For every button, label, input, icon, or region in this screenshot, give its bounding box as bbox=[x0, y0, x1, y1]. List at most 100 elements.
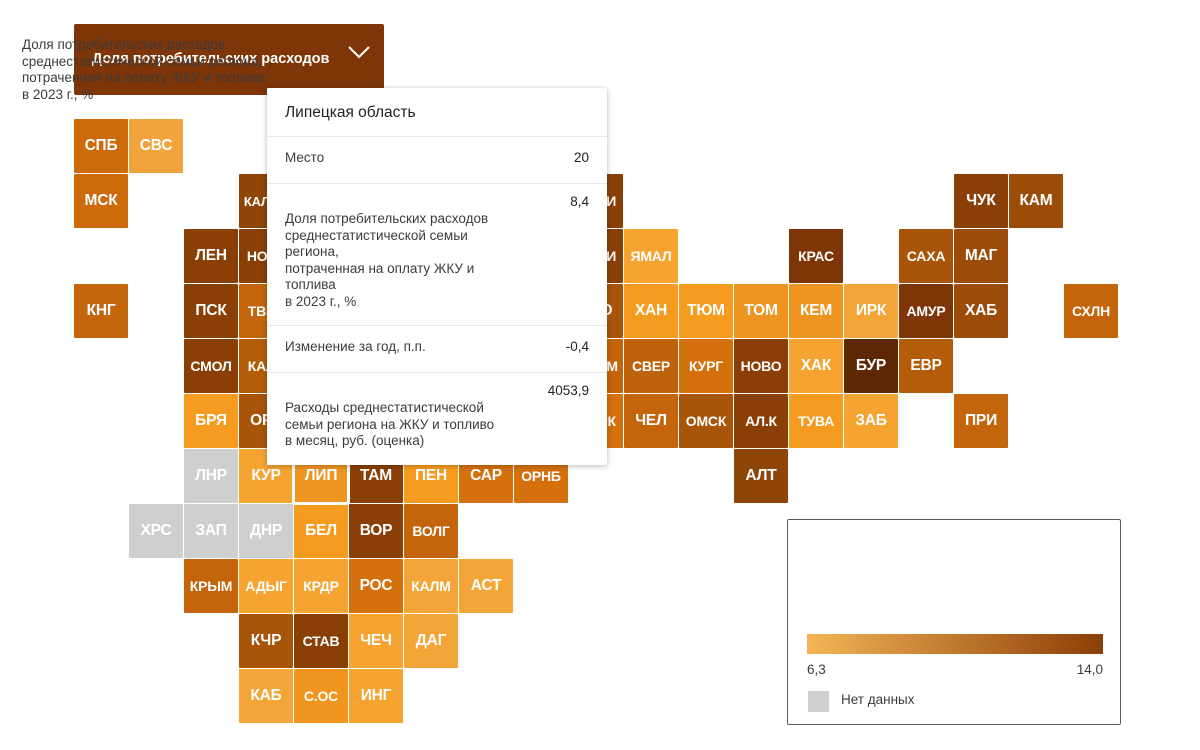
region-tile-пск[interactable]: ПСК bbox=[184, 284, 238, 338]
region-tile-label: ТАМ bbox=[360, 467, 392, 485]
region-tile-зап[interactable]: ЗАП bbox=[184, 504, 238, 558]
region-tile-label: КАБ bbox=[250, 687, 282, 705]
region-tile-спб[interactable]: СПБ bbox=[74, 119, 128, 173]
region-tile-label: САХА bbox=[906, 248, 946, 264]
region-tile-аст[interactable]: АСТ bbox=[459, 559, 513, 613]
region-tile-label: ХРС bbox=[140, 522, 172, 540]
region-tile-кург[interactable]: КУРГ bbox=[679, 339, 733, 393]
region-tile-label: ДАГ bbox=[415, 632, 447, 650]
region-tile-кнг[interactable]: КНГ bbox=[74, 284, 128, 338]
region-tile-бур[interactable]: БУР bbox=[844, 339, 898, 393]
region-tile-при[interactable]: ПРИ bbox=[954, 394, 1008, 448]
region-tile-том[interactable]: ТОМ bbox=[734, 284, 788, 338]
region-tile-заб[interactable]: ЗАБ bbox=[844, 394, 898, 448]
region-tile-label: КНГ bbox=[86, 302, 116, 320]
region-tile-label: ЗАП bbox=[195, 522, 227, 540]
region-tile-label: КРАС bbox=[798, 248, 834, 264]
region-tile-хак[interactable]: ХАК bbox=[789, 339, 843, 393]
region-tile-маг[interactable]: МАГ bbox=[954, 229, 1008, 283]
region-tile-label: РОС bbox=[359, 577, 393, 595]
region-tile-кем[interactable]: КЕМ bbox=[789, 284, 843, 338]
region-tile-хан[interactable]: ХАН bbox=[624, 284, 678, 338]
region-tile-смол[interactable]: СМОЛ bbox=[184, 339, 238, 393]
region-tile-волг[interactable]: ВОЛГ bbox=[404, 504, 458, 558]
region-tile-ямал[interactable]: ЯМАЛ bbox=[624, 229, 678, 283]
region-tile-кам[interactable]: КАМ bbox=[1009, 174, 1063, 228]
region-tile-label: ЛИП bbox=[304, 467, 338, 485]
region-tile-калм[interactable]: КАЛМ bbox=[404, 559, 458, 613]
region-tile-label: БУР bbox=[855, 357, 887, 375]
map-canvas: Доля потребительских расходов СПБ СВС МСК К… bbox=[0, 0, 1200, 750]
region-tile-label: МАГ bbox=[964, 247, 998, 265]
region-tile-кчр[interactable]: КЧР bbox=[239, 614, 293, 668]
region-tile-label: МСК bbox=[84, 192, 118, 210]
region-tile-крас[interactable]: КРАС bbox=[789, 229, 843, 283]
region-tile-label: ХАН bbox=[634, 302, 668, 320]
region-tile-label: АЛТ bbox=[745, 467, 777, 485]
region-tile-label: СВЕР bbox=[631, 358, 671, 374]
region-tile-label: ЧЕЛ bbox=[635, 412, 667, 430]
region-tile-лен[interactable]: ЛЕН bbox=[184, 229, 238, 283]
region-tile-label: С.ОС bbox=[303, 688, 339, 704]
region-tile-став[interactable]: СТАВ bbox=[294, 614, 348, 668]
tooltip-row-label: Расходы среднестатистической семьи регио… bbox=[285, 400, 495, 448]
tooltip-row: -0,4 Изменение за год, п.п. bbox=[267, 326, 607, 373]
chevron-down-icon[interactable] bbox=[348, 46, 370, 59]
tooltip-row-value: 8,4 bbox=[570, 194, 589, 209]
region-tile-свс[interactable]: СВС bbox=[129, 119, 183, 173]
region-tile-label: СХЛН bbox=[1071, 303, 1111, 319]
region-tile-label: ЧЕЧ bbox=[360, 632, 392, 650]
region-tile-тюм[interactable]: ТЮМ bbox=[679, 284, 733, 338]
region-tile-хаб[interactable]: ХАБ bbox=[954, 284, 1008, 338]
region-tile-с-ос[interactable]: С.ОС bbox=[294, 669, 348, 723]
tooltip-row-label: Доля потребительских расходов среднестат… bbox=[285, 211, 489, 309]
tooltip-row-label: Изменение за год, п.п. bbox=[285, 339, 426, 354]
region-tile-инг[interactable]: ИНГ bbox=[349, 669, 403, 723]
region-tile-схлн[interactable]: СХЛН bbox=[1064, 284, 1118, 338]
region-tile-евр[interactable]: ЕВР bbox=[899, 339, 953, 393]
region-tile-тува[interactable]: ТУВА bbox=[789, 394, 843, 448]
region-tile-саха[interactable]: САХА bbox=[899, 229, 953, 283]
region-tile-бря[interactable]: БРЯ bbox=[184, 394, 238, 448]
region-tile-label: КУРГ bbox=[688, 358, 724, 374]
region-tile-свер[interactable]: СВЕР bbox=[624, 339, 678, 393]
region-tile-label: АМУР bbox=[906, 303, 946, 319]
region-tile-label: ТОМ bbox=[744, 302, 778, 320]
region-tile-label: ХАБ bbox=[964, 302, 998, 320]
region-tile-амур[interactable]: АМУР bbox=[899, 284, 953, 338]
region-tile-омск[interactable]: ОМСК bbox=[679, 394, 733, 448]
region-tile-чеч[interactable]: ЧЕЧ bbox=[349, 614, 403, 668]
region-tile-мск[interactable]: МСК bbox=[74, 174, 128, 228]
region-tile-label: КРДР bbox=[303, 578, 339, 594]
region-tile-рос[interactable]: РОС bbox=[349, 559, 403, 613]
region-tile-label: ОРНБ bbox=[521, 468, 561, 484]
region-tile-ново[interactable]: НОВО bbox=[734, 339, 788, 393]
region-tile-каб[interactable]: КАБ bbox=[239, 669, 293, 723]
region-tile-адыг[interactable]: АДЫГ bbox=[239, 559, 293, 613]
region-tile-label: САР bbox=[470, 467, 502, 485]
region-tile-label: ВОР bbox=[359, 522, 393, 540]
region-tile-крым[interactable]: КРЫМ bbox=[184, 559, 238, 613]
region-tile-крдр[interactable]: КРДР bbox=[294, 559, 348, 613]
region-tile-ирк[interactable]: ИРК bbox=[844, 284, 898, 338]
region-tile-днр[interactable]: ДНР bbox=[239, 504, 293, 558]
legend-nodata-swatch bbox=[808, 691, 829, 712]
region-tile-лнр[interactable]: ЛНР bbox=[184, 449, 238, 503]
region-tile-вор[interactable]: ВОР bbox=[349, 504, 403, 558]
region-tile-хрс[interactable]: ХРС bbox=[129, 504, 183, 558]
tooltip-row: 8,4 Доля потребительских расходов среднес… bbox=[267, 184, 607, 326]
region-tile-label: ИНГ bbox=[360, 687, 392, 705]
region-tile-label: ХАК bbox=[800, 357, 832, 375]
region-tile-label: НОВО bbox=[740, 358, 782, 374]
region-tile-чел[interactable]: ЧЕЛ bbox=[624, 394, 678, 448]
tooltip-rows: 20 Место 8,4 Доля потребительских расходов … bbox=[267, 137, 607, 465]
region-tile-ал-к[interactable]: АЛ.К bbox=[734, 394, 788, 448]
tooltip-row-value: 20 bbox=[573, 150, 589, 165]
region-tile-label: ТЮМ bbox=[687, 302, 725, 320]
region-tile-даг[interactable]: ДАГ bbox=[404, 614, 458, 668]
region-tile-чук[interactable]: ЧУК bbox=[954, 174, 1008, 228]
region-tile-бел[interactable]: БЕЛ bbox=[294, 504, 348, 558]
region-tile-label: КУР bbox=[251, 467, 281, 485]
region-tile-алт[interactable]: АЛТ bbox=[734, 449, 788, 503]
tooltip-row-label: Место bbox=[285, 150, 325, 165]
